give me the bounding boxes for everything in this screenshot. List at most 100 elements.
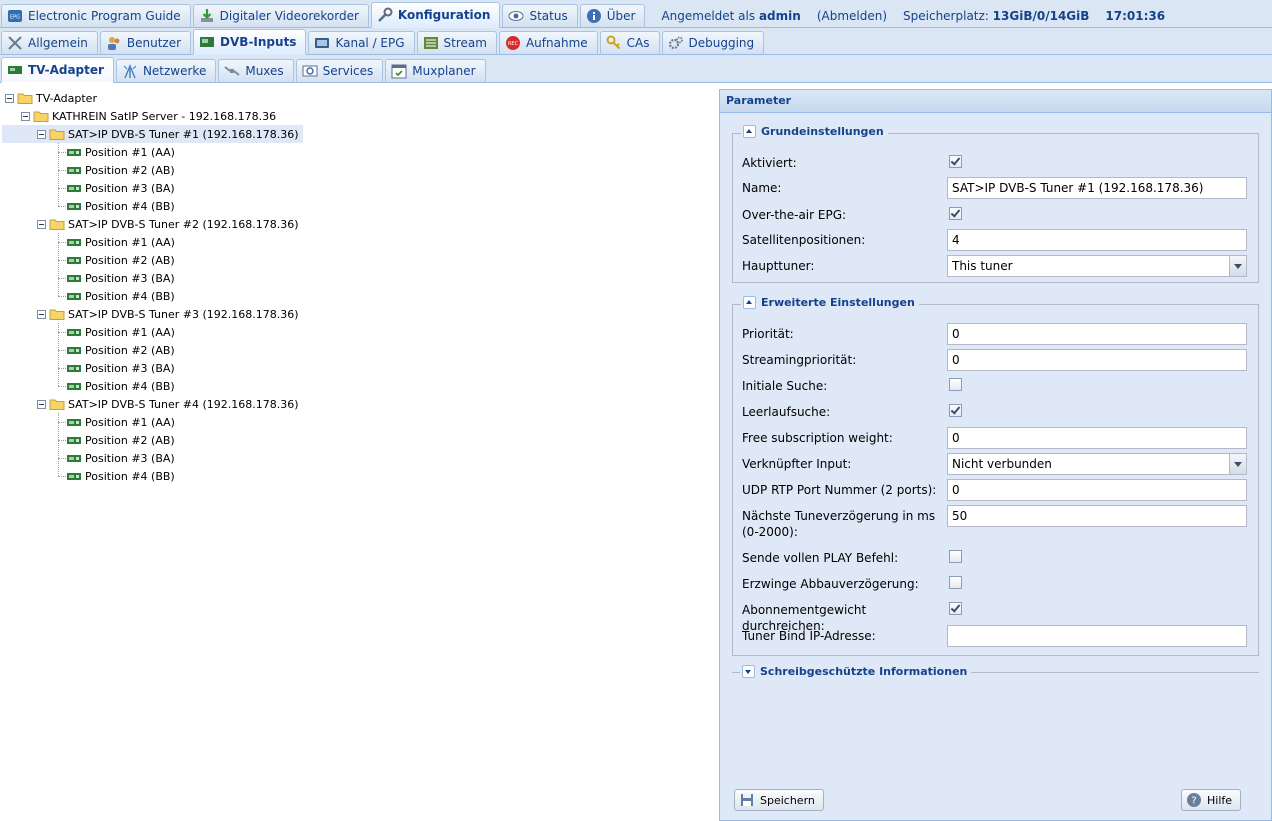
tree-node-position[interactable]: Position #1 (AA) bbox=[66, 143, 175, 161]
tv-card-icon bbox=[67, 347, 81, 354]
tab-ueber-label: Über bbox=[606, 9, 636, 23]
tree-node-tuner[interactable]: SAT>IP DVB-S Tuner #4 (192.168.178.36) bbox=[37, 395, 299, 413]
tv-card-icon bbox=[67, 437, 81, 444]
tab-kanal-epg[interactable]: Kanal / EPG bbox=[308, 31, 415, 55]
tree-node-position[interactable]: Position #2 (AB) bbox=[66, 161, 175, 179]
streamingprioritaet-input[interactable] bbox=[947, 349, 1247, 371]
users-icon bbox=[107, 37, 120, 50]
readonly-legend: Schreibgeschützte Informationen bbox=[740, 665, 972, 678]
tab-status-label: Status bbox=[529, 9, 568, 23]
pass-weight-checkbox[interactable] bbox=[949, 602, 962, 615]
tune-delay-input[interactable] bbox=[947, 505, 1247, 527]
tree-node-root[interactable]: TV-Adapter bbox=[5, 89, 97, 107]
leerlaufsuche-checkbox[interactable] bbox=[949, 404, 962, 417]
calendar-icon bbox=[391, 64, 407, 79]
tree-node-position[interactable]: Position #1 (AA) bbox=[66, 233, 175, 251]
teardown-checkbox[interactable] bbox=[949, 576, 962, 589]
tab-cas[interactable]: CAs bbox=[599, 31, 660, 55]
logout-link[interactable]: (Abmelden) bbox=[817, 9, 887, 23]
tv-card-icon bbox=[67, 185, 81, 192]
tree-connector bbox=[58, 350, 66, 351]
tree-node-tuner[interactable]: SAT>IP DVB-S Tuner #1 (192.168.178.36) bbox=[2, 125, 303, 143]
config-tab-bar: Allgemein Benutzer DVB-Inputs Kanal / EP… bbox=[0, 28, 1272, 55]
tree-node-position[interactable]: Position #4 (BB) bbox=[66, 197, 175, 215]
ota-epg-checkbox[interactable] bbox=[949, 207, 962, 220]
folder-icon bbox=[49, 219, 65, 230]
bind-ip-input[interactable] bbox=[947, 625, 1247, 647]
collapse-toggle-icon[interactable] bbox=[37, 219, 46, 229]
username: admin bbox=[758, 9, 801, 23]
tab-allgemein[interactable]: Allgemein bbox=[1, 31, 98, 55]
download-icon bbox=[200, 9, 213, 22]
collapse-toggle-icon[interactable] bbox=[37, 129, 46, 139]
tab-muxes[interactable]: Muxes bbox=[218, 59, 294, 83]
tree-node-position[interactable]: Position #4 (BB) bbox=[66, 467, 175, 485]
tree-node-position[interactable]: Position #1 (AA) bbox=[66, 413, 175, 431]
services-icon bbox=[302, 65, 318, 77]
tree-node-tuner[interactable]: SAT>IP DVB-S Tuner #2 (192.168.178.36) bbox=[37, 215, 299, 233]
tab-konfiguration[interactable]: Konfiguration bbox=[370, 2, 501, 28]
tree-node-position[interactable]: Position #2 (AB) bbox=[66, 251, 175, 269]
linked-input-select[interactable]: Nicht verbunden bbox=[947, 453, 1247, 475]
stream-icon bbox=[423, 37, 438, 49]
collapse-toggle-icon[interactable] bbox=[5, 93, 14, 103]
tree-node-server[interactable]: KATHREIN SatIP Server - 192.168.178.36 bbox=[21, 107, 276, 125]
tab-ueber[interactable]: Über bbox=[579, 4, 646, 28]
haupttuner-select[interactable]: This tuner bbox=[947, 255, 1247, 277]
udp-port-input[interactable] bbox=[947, 479, 1247, 501]
adapter-tree: TV-Adapter KATHREIN SatIP Server - 192.16… bbox=[0, 88, 716, 821]
free-weight-input[interactable] bbox=[947, 427, 1247, 449]
expand-down-icon[interactable] bbox=[742, 665, 755, 678]
prioritaet-input[interactable] bbox=[947, 323, 1247, 345]
clock: 17:01:36 bbox=[1105, 9, 1166, 23]
folder-icon bbox=[49, 399, 65, 410]
collapse-up-icon[interactable] bbox=[743, 296, 756, 309]
tab-epg[interactable]: EPG Electronic Program Guide bbox=[1, 4, 191, 28]
tree-node-position[interactable]: Position #2 (AB) bbox=[66, 341, 175, 359]
svg-text:?: ? bbox=[1191, 796, 1196, 807]
tree-node-tuner[interactable]: SAT>IP DVB-S Tuner #3 (192.168.178.36) bbox=[37, 305, 299, 323]
help-button[interactable]: ? Hilfe bbox=[1181, 789, 1242, 811]
tab-dvb-inputs[interactable]: DVB-Inputs bbox=[193, 29, 307, 55]
satpos-input[interactable] bbox=[947, 229, 1247, 251]
tree-node-position[interactable]: Position #3 (BA) bbox=[66, 179, 175, 197]
tree-connector bbox=[58, 170, 66, 171]
tv-card-icon bbox=[67, 257, 81, 264]
tv-card-icon bbox=[67, 473, 81, 480]
tab-netzwerke[interactable]: Netzwerke bbox=[115, 59, 217, 83]
tab-debugging[interactable]: Debugging bbox=[661, 31, 765, 55]
tab-services[interactable]: Services bbox=[295, 59, 384, 83]
tv-card-icon bbox=[67, 329, 81, 336]
tree-node-position[interactable]: Position #4 (BB) bbox=[66, 287, 175, 305]
tree-node-position[interactable]: Position #1 (AA) bbox=[66, 323, 175, 341]
chevron-down-icon[interactable] bbox=[1229, 256, 1246, 276]
collapse-toggle-icon[interactable] bbox=[37, 309, 46, 319]
aktiviert-checkbox[interactable] bbox=[949, 155, 962, 168]
folder-icon bbox=[49, 129, 65, 140]
tab-epg-label: Electronic Program Guide bbox=[28, 9, 181, 23]
tree-connector bbox=[58, 413, 59, 476]
full-play-checkbox[interactable] bbox=[949, 550, 962, 563]
tab-muxplaner[interactable]: Muxplaner bbox=[385, 59, 486, 83]
collapse-toggle-icon[interactable] bbox=[21, 111, 30, 121]
name-input[interactable] bbox=[947, 177, 1247, 199]
collapse-up-icon[interactable] bbox=[743, 125, 756, 138]
tree-node-position[interactable]: Position #2 (AB) bbox=[66, 431, 175, 449]
tab-aufnahme[interactable]: REC Aufnahme bbox=[498, 31, 598, 55]
collapse-toggle-icon[interactable] bbox=[37, 399, 46, 409]
tab-stream[interactable]: Stream bbox=[416, 31, 497, 55]
chevron-down-icon[interactable] bbox=[1229, 454, 1246, 474]
tab-tv-adapter[interactable]: TV-Adapter bbox=[1, 57, 114, 83]
tree-node-position[interactable]: Position #3 (BA) bbox=[66, 269, 175, 287]
tree-node-position[interactable]: Position #4 (BB) bbox=[66, 377, 175, 395]
tab-status[interactable]: Status bbox=[502, 4, 578, 28]
panel-title: Parameter bbox=[720, 90, 1271, 113]
tree-node-position[interactable]: Position #3 (BA) bbox=[66, 359, 175, 377]
tv-card-icon bbox=[67, 203, 81, 210]
tab-dvr[interactable]: Digitaler Videorekorder bbox=[192, 4, 369, 28]
save-button[interactable]: Speichern bbox=[734, 789, 824, 811]
initiale-suche-checkbox[interactable] bbox=[949, 378, 962, 391]
tab-benutzer[interactable]: Benutzer bbox=[99, 31, 192, 55]
tree-node-position[interactable]: Position #3 (BA) bbox=[66, 449, 175, 467]
folder-icon bbox=[17, 93, 33, 104]
